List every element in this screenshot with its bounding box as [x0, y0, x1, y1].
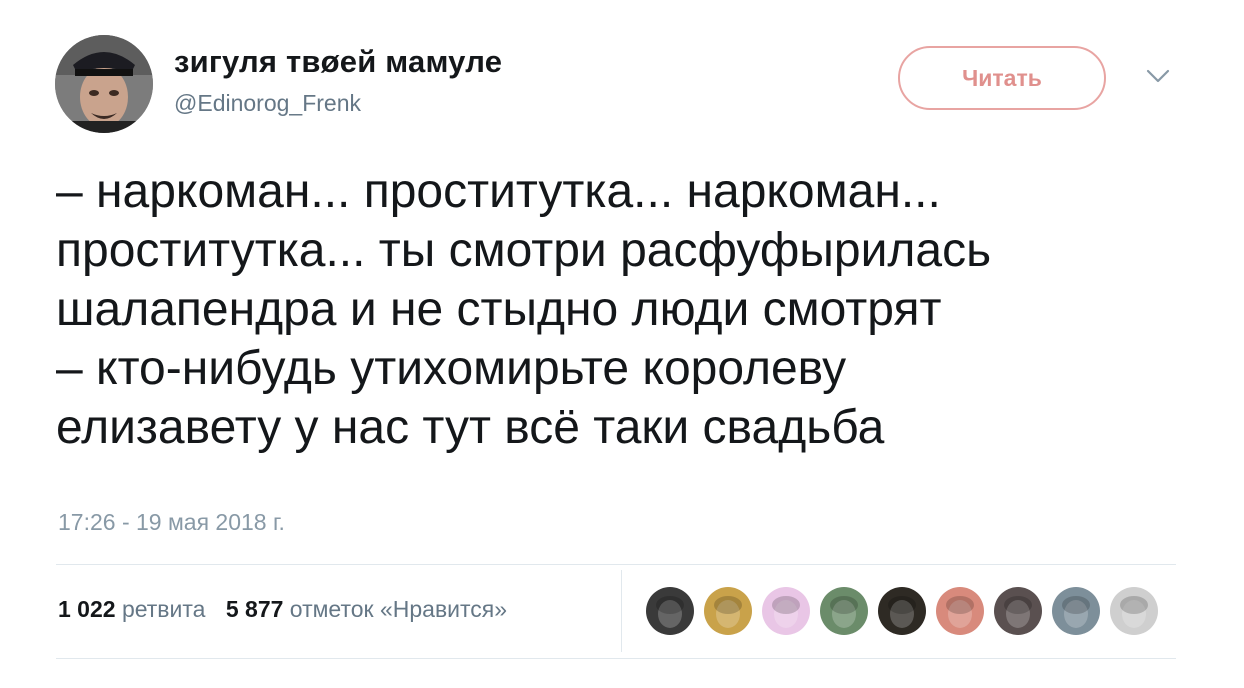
divider	[56, 564, 1176, 565]
stats-divider	[621, 570, 622, 652]
author-avatar[interactable]	[55, 35, 153, 133]
liker-avatar-9[interactable]	[1110, 587, 1158, 635]
tweet-timestamp[interactable]: 17:26 - 19 мая 2018 г.	[58, 509, 285, 536]
likes-count: 5 877	[225, 596, 284, 622]
likes-label: отметок «Нравится»	[289, 596, 508, 622]
tweet-stats: 1 022 ретвита 5 877 отметок «Нравится»	[58, 596, 521, 623]
liker-avatar-6[interactable]	[936, 587, 984, 635]
divider	[56, 658, 1176, 659]
retweets-count: 1 022	[58, 596, 116, 622]
retweets-label: ретвита	[121, 596, 206, 622]
chevron-down-icon[interactable]	[1145, 66, 1171, 86]
liker-avatar-4[interactable]	[820, 587, 868, 635]
author-display-name[interactable]: зигуля твøей мамуле	[174, 44, 502, 80]
tweet-text: – наркоман... проститутка... наркоман...…	[56, 165, 992, 454]
liker-avatar-8[interactable]	[1052, 587, 1100, 635]
liker-avatar-3[interactable]	[762, 587, 810, 635]
liker-avatar-7[interactable]	[994, 587, 1042, 635]
retweets-stat[interactable]: 1 022 ретвита	[58, 596, 205, 623]
follow-button[interactable]: Читать	[898, 46, 1106, 110]
liker-avatar-5[interactable]	[878, 587, 926, 635]
likes-stat[interactable]: 5 877 отметок «Нравится»	[226, 596, 507, 623]
liker-avatar-1[interactable]	[646, 587, 694, 635]
liker-avatar-2[interactable]	[704, 587, 752, 635]
author-handle[interactable]: @Edinorog_Frenk	[174, 90, 361, 117]
